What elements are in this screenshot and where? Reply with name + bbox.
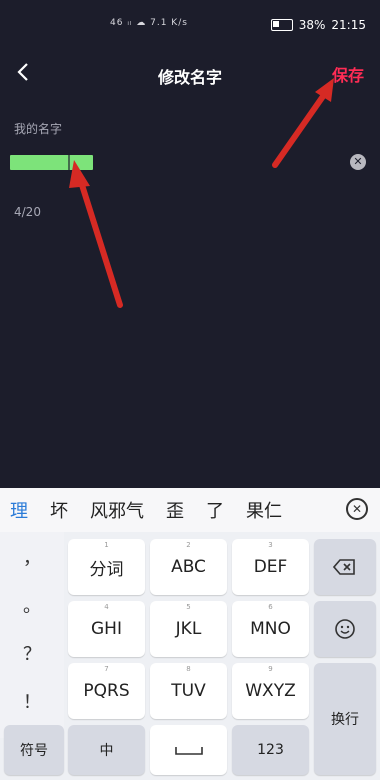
- candidate-6[interactable]: 果仁: [246, 497, 282, 523]
- emoji-key[interactable]: [314, 601, 376, 657]
- key-abc[interactable]: 2 ABC: [150, 539, 227, 595]
- key-wxyz[interactable]: 9 WXYZ: [232, 663, 309, 719]
- key-def[interactable]: 3 DEF: [232, 539, 309, 595]
- candidate-bar: 理 坏 风邪气 歪 了 果仁 ✕: [0, 488, 380, 532]
- space-bar-icon: [174, 747, 203, 755]
- punct-exclaim[interactable]: ！: [0, 688, 64, 714]
- enter-key[interactable]: 换行: [314, 663, 376, 775]
- key-ghi[interactable]: 4 GHI: [68, 601, 145, 657]
- ime-keyboard: 理 坏 风邪气 歪 了 果仁 ✕ ， 。 ？ ！ 1 分词 2 ABC 3 DEF 4…: [0, 488, 380, 780]
- collapse-keyboard-icon[interactable]: ✕: [346, 498, 368, 520]
- backspace-icon: [333, 559, 355, 575]
- punct-period[interactable]: 。: [0, 592, 64, 618]
- symbols-key[interactable]: 符号: [4, 725, 64, 775]
- numbers-key[interactable]: 123: [232, 725, 309, 775]
- candidate-5[interactable]: 了: [206, 497, 224, 523]
- key-fenci[interactable]: 1 分词: [68, 539, 145, 595]
- candidate-2[interactable]: 坏: [50, 497, 68, 523]
- key-mno[interactable]: 6 MNO: [232, 601, 309, 657]
- backspace-key[interactable]: [314, 539, 376, 595]
- edit-name-screen: 46 ᵢₗ ☁ 7.1 K/s 38% 21:15 修改名字 保存 我的名字 ✕…: [0, 0, 380, 488]
- arrow-to-name: [69, 160, 123, 308]
- key-pqrs[interactable]: 7 PQRS: [68, 663, 145, 719]
- key-jkl[interactable]: 5 JKL: [150, 601, 227, 657]
- punct-question[interactable]: ？: [0, 640, 64, 666]
- candidate-1[interactable]: 理: [10, 497, 28, 523]
- punctuation-column: ， 。 ？ ！: [0, 532, 64, 738]
- arrow-to-save: [272, 78, 334, 168]
- smiley-icon: [335, 619, 355, 639]
- annotation-arrows: [69, 78, 334, 308]
- language-switch-key[interactable]: 中: [68, 725, 145, 775]
- candidate-4[interactable]: 歪: [166, 497, 184, 523]
- key-tuv[interactable]: 8 TUV: [150, 663, 227, 719]
- punct-comma[interactable]: ，: [0, 544, 64, 570]
- space-key[interactable]: [150, 725, 227, 775]
- candidate-3[interactable]: 风邪气: [90, 497, 144, 523]
